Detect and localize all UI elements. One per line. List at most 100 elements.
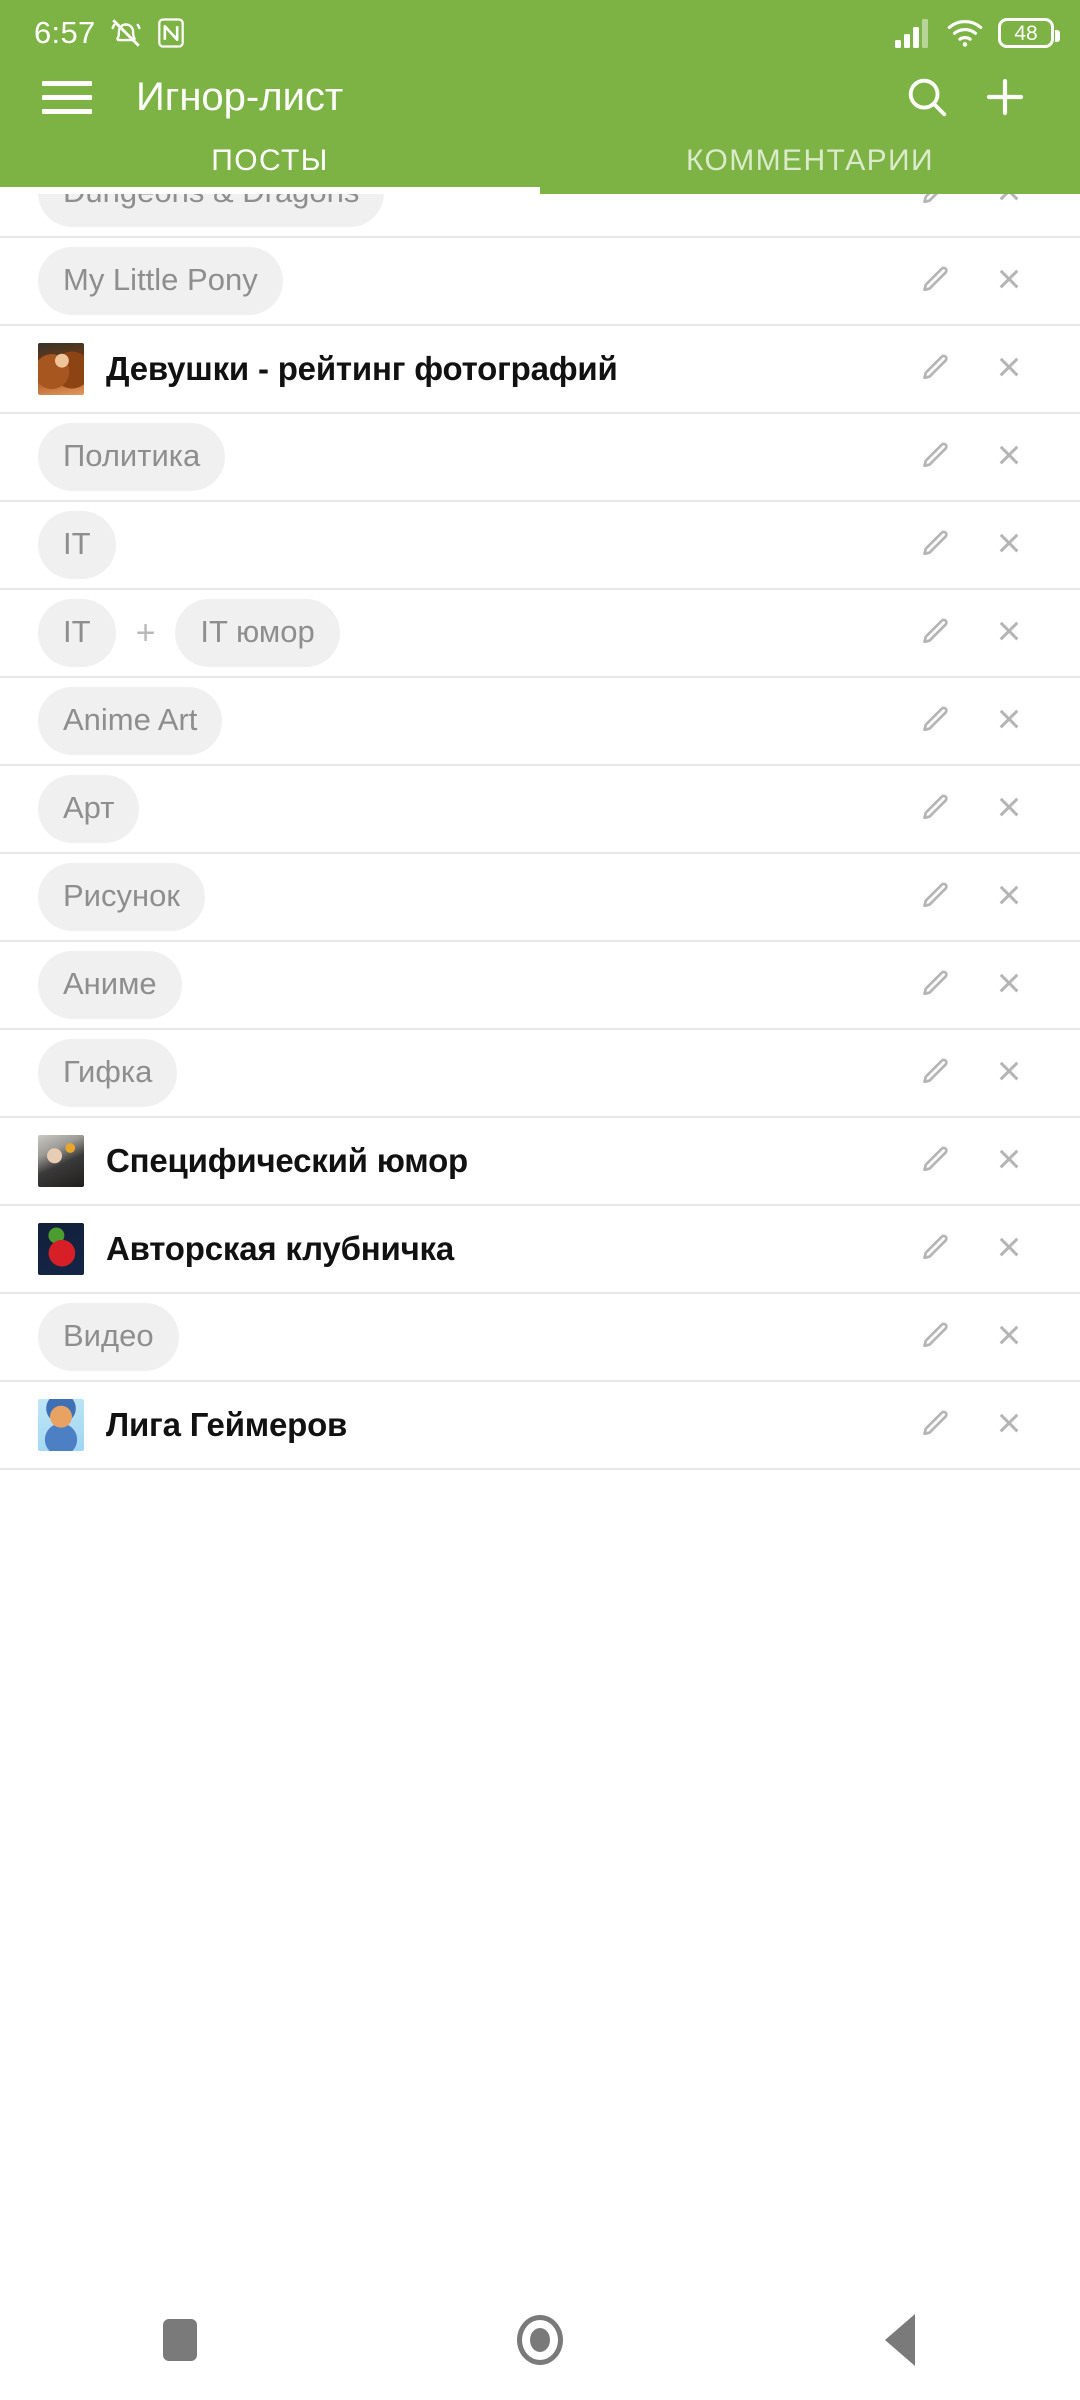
avatar — [38, 1399, 84, 1451]
close-icon[interactable]: × — [972, 1212, 1046, 1286]
silent-mode-icon — [109, 16, 143, 50]
tab-bar: ПОСТЫ КОММЕНТАРИИ — [0, 128, 1080, 194]
list-item-actions: × — [898, 1212, 1046, 1286]
ignore-list-scroll-container[interactable]: Dungeons & Dragons×My Little Pony×Девушк… — [0, 0, 1080, 2280]
tag-pill: Гифка — [38, 1039, 178, 1107]
tab-comments[interactable]: КОММЕНТАРИИ — [540, 128, 1080, 194]
list-item[interactable]: Специфический юмор × — [0, 1118, 1080, 1206]
list-item[interactable]: Авторская клубничка × — [0, 1206, 1080, 1294]
edit-icon[interactable] — [898, 860, 972, 934]
list-item-content: Видео — [38, 1303, 898, 1371]
list-item-actions: × — [898, 244, 1046, 318]
close-icon[interactable]: × — [972, 684, 1046, 758]
close-icon[interactable]: × — [972, 508, 1046, 582]
tag-separator-plus: + — [135, 614, 156, 652]
close-icon[interactable]: × — [972, 596, 1046, 670]
tab-posts[interactable]: ПОСТЫ — [0, 128, 540, 194]
close-icon[interactable]: × — [972, 420, 1046, 494]
toolbar: Игнор-лист — [0, 66, 1080, 128]
list-item-actions: × — [898, 1300, 1046, 1374]
community-title: Специфический юмор — [106, 1142, 468, 1179]
tag-pill: My Little Pony — [38, 247, 283, 315]
close-icon[interactable]: × — [972, 948, 1046, 1022]
close-icon[interactable]: × — [972, 1300, 1046, 1374]
list-item[interactable]: Арт × — [0, 766, 1080, 854]
tag-pill: IT — [38, 599, 116, 667]
close-icon[interactable]: × — [972, 1124, 1046, 1198]
tab-comments-label: КОММЕНТАРИИ — [685, 144, 934, 177]
edit-icon[interactable] — [898, 948, 972, 1022]
list-item[interactable]: Девушки - рейтинг фотографий × — [0, 326, 1080, 414]
edit-icon[interactable] — [898, 684, 972, 758]
list-item-content: Специфический юмор — [38, 1135, 898, 1187]
avatar — [38, 1223, 84, 1275]
tag-pill: Аниме — [38, 951, 182, 1019]
list-item-actions: × — [898, 684, 1046, 758]
status-bar-left: 6:57 — [34, 15, 894, 51]
list-item[interactable]: Аниме × — [0, 942, 1080, 1030]
signal-bars-icon — [894, 18, 932, 48]
status-bar-right: 48 — [894, 18, 1060, 48]
tag-pill: Арт — [38, 775, 140, 843]
hamburger-menu-icon[interactable] — [34, 66, 100, 128]
list-item[interactable]: Политика × — [0, 414, 1080, 502]
edit-icon[interactable] — [898, 1212, 972, 1286]
list-item[interactable]: IT × — [0, 502, 1080, 590]
close-icon[interactable]: × — [972, 1036, 1046, 1110]
edit-icon[interactable] — [898, 1300, 972, 1374]
tag-pill: Рисунок — [38, 863, 205, 931]
clock: 6:57 — [34, 15, 96, 50]
list-item-actions: × — [898, 420, 1046, 494]
edit-icon[interactable] — [898, 1388, 972, 1462]
back-icon[interactable] — [720, 2314, 1080, 2366]
edit-icon[interactable] — [898, 1124, 972, 1198]
list-item[interactable]: Видео × — [0, 1294, 1080, 1382]
edit-icon[interactable] — [898, 244, 972, 318]
tag-pill: IT — [38, 511, 116, 579]
edit-icon[interactable] — [898, 772, 972, 846]
list-item[interactable]: Рисунок × — [0, 854, 1080, 942]
close-icon[interactable]: × — [972, 244, 1046, 318]
list-item[interactable]: IT + IT юмор × — [0, 590, 1080, 678]
edit-icon[interactable] — [898, 508, 972, 582]
list-item-actions: × — [898, 332, 1046, 406]
list-item-content: Anime Art — [38, 687, 898, 755]
edit-icon[interactable] — [898, 420, 972, 494]
list-item-actions: × — [898, 1388, 1046, 1462]
wifi-icon — [946, 18, 984, 48]
home-icon[interactable] — [360, 2315, 720, 2365]
list-item-actions: × — [898, 508, 1046, 582]
edit-icon[interactable] — [898, 596, 972, 670]
tag-pill: Видео — [38, 1303, 179, 1371]
list-item-content: My Little Pony — [38, 247, 898, 315]
list-item[interactable]: My Little Pony × — [0, 238, 1080, 326]
list-item[interactable]: Гифка × — [0, 1030, 1080, 1118]
battery-icon: 48 — [998, 18, 1060, 48]
list-item-actions: × — [898, 1036, 1046, 1110]
list-item-content: Арт — [38, 775, 898, 843]
list-item-content: Рисунок — [38, 863, 898, 931]
app-bar: 6:57 48 Игнор-лист ПОСТЫ КОММЕНТАРИИ — [0, 0, 1080, 194]
android-navigation-bar — [0, 2280, 1080, 2400]
list-item-content: Девушки - рейтинг фотографий — [38, 343, 898, 395]
tag-pill: Политика — [38, 423, 226, 491]
community-title: Лига Геймеров — [106, 1406, 348, 1443]
list-item[interactable]: Лига Геймеров × — [0, 1382, 1080, 1470]
plus-icon[interactable] — [966, 66, 1044, 128]
ignore-list: Dungeons & Dragons×My Little Pony×Девушк… — [0, 0, 1080, 1470]
list-item[interactable]: Anime Art × — [0, 678, 1080, 766]
avatar — [38, 1135, 84, 1187]
tag-pill: IT юмор — [175, 599, 340, 667]
edit-icon[interactable] — [898, 1036, 972, 1110]
recents-icon[interactable] — [0, 2319, 360, 2361]
edit-icon[interactable] — [898, 332, 972, 406]
list-item-content: Гифка — [38, 1039, 898, 1107]
close-icon[interactable]: × — [972, 332, 1046, 406]
list-item-actions: × — [898, 772, 1046, 846]
close-icon[interactable]: × — [972, 1388, 1046, 1462]
list-item-content: Авторская клубничка — [38, 1223, 898, 1275]
battery-level: 48 — [1014, 21, 1038, 45]
close-icon[interactable]: × — [972, 860, 1046, 934]
search-icon[interactable] — [888, 66, 966, 128]
close-icon[interactable]: × — [972, 772, 1046, 846]
